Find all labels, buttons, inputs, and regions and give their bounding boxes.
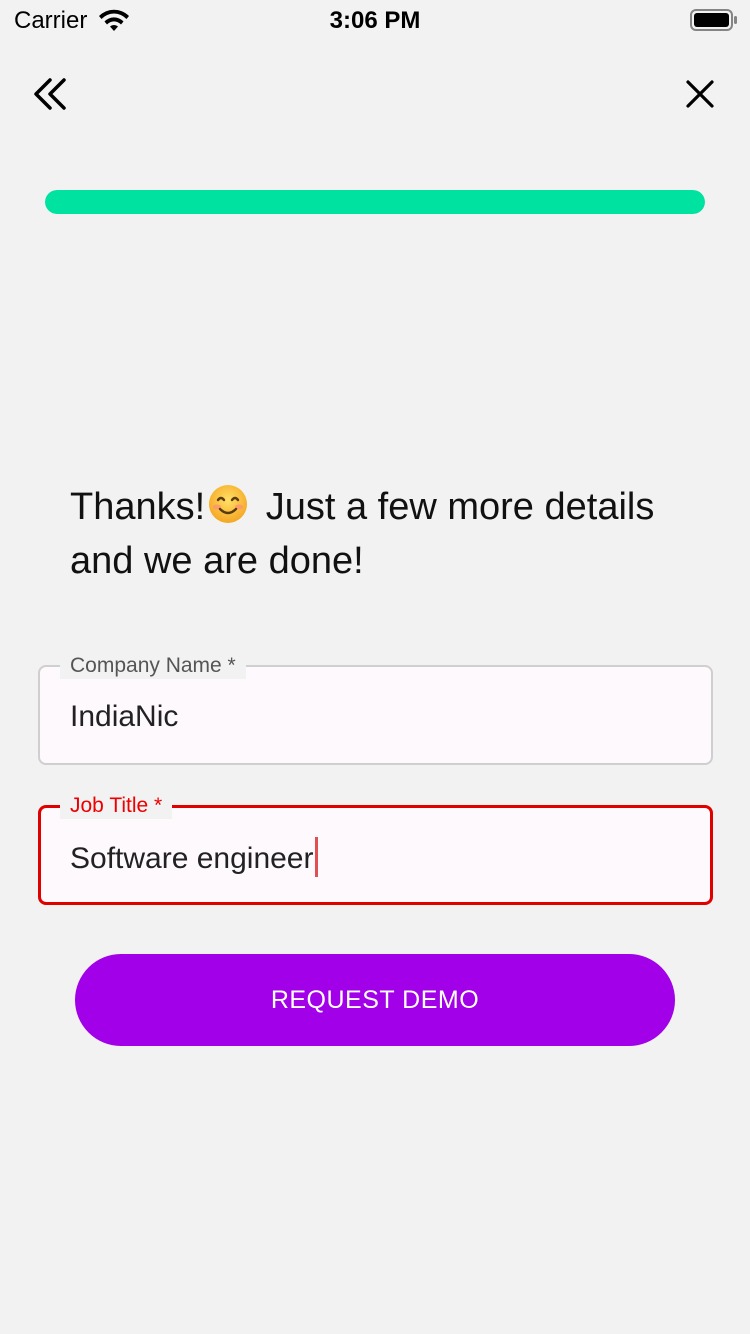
job-title-input[interactable]: Software engineer [70,837,670,879]
close-icon [685,79,715,114]
text-caret [314,837,318,877]
status-bar: Carrier 3:06 PM [0,0,750,40]
headline-line1: Just a few more details [255,486,655,528]
headline-line2: and we are done! [70,540,364,582]
headline-thanks: Thanks! [70,486,206,528]
progress-bar [45,190,705,214]
progress-fill [45,190,705,214]
battery-icon [690,9,738,36]
company-name-input[interactable]: IndiaNic [70,697,670,737]
headline: Thanks! Just a few more details and we a… [70,483,710,585]
back-button[interactable] [28,74,72,118]
company-name-field[interactable]: Company Name * IndiaNic [38,653,713,765]
request-demo-button[interactable]: REQUEST DEMO [75,954,675,1046]
smiling-face-emoji-icon [207,483,249,537]
status-time: 3:06 PM [329,7,421,34]
job-title-value: Software engineer [70,842,314,875]
job-title-label: Job Title * [60,793,173,819]
company-name-label: Company Name * [60,653,246,679]
close-button[interactable] [678,74,722,118]
double-chevron-left-icon [30,76,70,117]
job-title-field[interactable]: Job Title * Software engineer [38,793,713,905]
